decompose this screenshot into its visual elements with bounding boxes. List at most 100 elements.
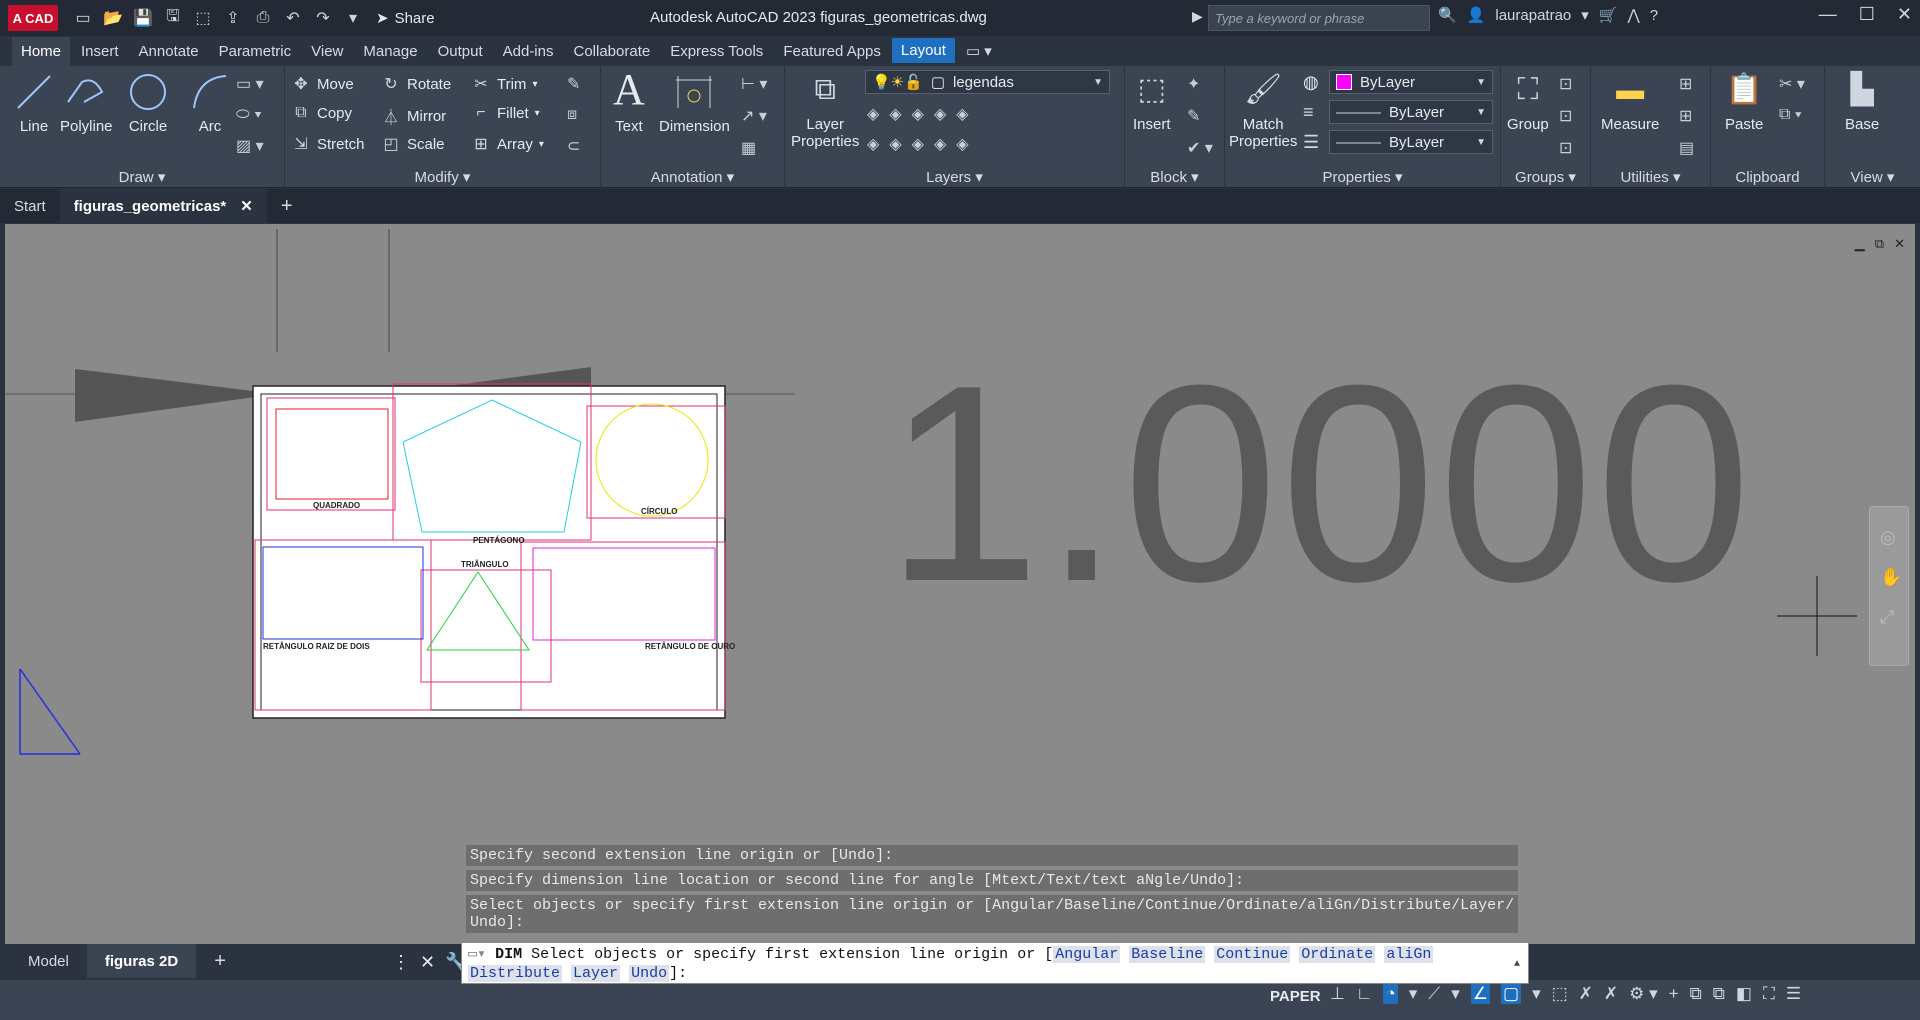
layer-merge-icon[interactable]: ◈ [934, 134, 946, 154]
copy-button[interactable]: ⧉ Copy [291, 104, 352, 122]
quick-properties-icon[interactable]: ⧉ [1713, 984, 1725, 1004]
annotation-monitor-icon[interactable]: + [1669, 984, 1679, 1004]
layers-panel-title[interactable]: Layers ▾ [785, 168, 1124, 186]
isodraft-menu-icon[interactable]: ▾ [1451, 984, 1460, 1004]
utilities-panel-title[interactable]: Utilities ▾ [1591, 168, 1710, 186]
properties-panel-title[interactable]: Properties ▾ [1225, 168, 1500, 186]
drawing-canvas[interactable]: 1.0000 ▁ ⧉ ✕ ◎ ✋ ⤢ QUADRADO PENTÁGONO CÍ… [5, 224, 1915, 944]
annotation-visibility-icon[interactable]: ✗ [1579, 984, 1593, 1004]
dimension-button[interactable]: Dimension [659, 72, 730, 135]
layer-isolate-icon[interactable]: ◈ [912, 104, 924, 124]
block-panel-title[interactable]: Block ▾ [1125, 168, 1224, 186]
tab-collaborate[interactable]: Collaborate [564, 37, 659, 66]
annotation-panel-title[interactable]: Annotation ▾ [601, 168, 784, 186]
isolate-objects-icon[interactable]: ◧ [1736, 984, 1752, 1004]
layer-match-icon[interactable]: ◈ [867, 104, 879, 124]
option-continue[interactable]: Continue [1214, 946, 1291, 963]
option-ordinate[interactable]: Ordinate [1299, 946, 1376, 963]
color-dropdown[interactable]: ByLayer ▼ [1329, 70, 1493, 94]
option-layer[interactable]: Layer [571, 965, 621, 982]
command-line-input[interactable]: ▭▾ DIM Select objects or specify first e… [461, 942, 1529, 984]
option-baseline[interactable]: Baseline [1129, 946, 1206, 963]
snap-icon[interactable]: ⊥ [1330, 984, 1345, 1004]
layer-walk-icon[interactable]: ◈ [912, 134, 924, 154]
new-tab-button[interactable]: + [267, 189, 307, 223]
redo-icon[interactable]: ↷ [310, 5, 336, 31]
tab-figuras-geometricas[interactable]: figuras_geometricas* ✕ [59, 189, 267, 223]
save-web-icon[interactable]: ⇪ [220, 5, 246, 31]
layer-unlock-icon[interactable]: ◈ [889, 134, 901, 154]
clean-screen-icon[interactable]: ⛶ [1763, 984, 1775, 1004]
tab-express-tools[interactable]: Express Tools [661, 37, 772, 66]
command-close-icon[interactable]: ✕ [420, 952, 435, 973]
tab-manage[interactable]: Manage [354, 37, 426, 66]
autodesk-app-icon[interactable]: ⋀ [1627, 6, 1639, 24]
help-icon[interactable]: ? [1650, 7, 1658, 24]
workspace-gear-icon[interactable]: ⚙ ▾ [1629, 984, 1658, 1004]
paste-button[interactable]: 📋 Paste [1725, 70, 1763, 133]
close-tab-icon[interactable]: ✕ [240, 197, 253, 215]
group-button[interactable]: ⛶ Group [1507, 70, 1549, 133]
new-icon[interactable]: ▭ [70, 5, 96, 31]
isodraft-icon[interactable]: ⟋ [1428, 984, 1440, 1004]
linear-dimension-icon[interactable]: ⊢ ▾ [741, 74, 767, 94]
cut-icon[interactable]: ✂ ▾ [1779, 74, 1805, 94]
option-distribute[interactable]: Distribute [468, 965, 563, 982]
tab-parametric[interactable]: Parametric [210, 37, 301, 66]
clipboard-panel-title[interactable]: Clipboard [1711, 169, 1824, 186]
block-attributes-icon[interactable]: ✔ ▾ [1187, 138, 1213, 158]
polar-menu-icon[interactable]: ▾ [1409, 984, 1418, 1004]
ortho-icon[interactable]: ∟ [1356, 984, 1373, 1004]
osnap-menu-icon[interactable]: ▾ [1532, 984, 1541, 1004]
open-web-icon[interactable]: ⬚ [190, 5, 216, 31]
hatch-icon[interactable]: ▨ ▾ [236, 136, 264, 156]
object-snap-icon[interactable]: ▢ [1501, 984, 1522, 1004]
fillet-button[interactable]: ⌐ Fillet ▾ [471, 104, 539, 122]
polyline-button[interactable]: Polyline [60, 72, 113, 135]
maximize-icon[interactable]: ☐ [1859, 4, 1875, 25]
search-icon[interactable]: 🔍 [1438, 6, 1457, 24]
user-dropdown-icon[interactable]: ▾ [1581, 6, 1589, 24]
tab-add-ins[interactable]: Add-ins [494, 37, 563, 66]
view-panel-title[interactable]: View ▾ [1825, 168, 1920, 186]
offset-icon[interactable]: ⊂ [567, 136, 580, 156]
option-align[interactable]: aliGn [1384, 946, 1434, 963]
autocad-logo[interactable]: A CAD [8, 5, 58, 31]
close-icon[interactable]: ✕ [1897, 4, 1912, 25]
measure-button[interactable]: ▬ Measure [1601, 70, 1659, 133]
layer-freeze-icon[interactable]: ◈ [934, 104, 946, 124]
option-undo[interactable]: Undo [629, 965, 670, 982]
ellipse-icon[interactable]: ⬭ ▾ [236, 106, 264, 124]
units-icon[interactable]: ⧉ [1690, 984, 1702, 1004]
save-icon[interactable]: 💾 [130, 5, 156, 31]
new-layout-button[interactable]: + [196, 944, 244, 978]
scale-button[interactable]: ◰ Scale [381, 134, 444, 154]
erase-icon[interactable]: ✎ [567, 74, 580, 94]
text-button[interactable]: A Text [613, 68, 645, 136]
polar-icon[interactable]: ◔ [1383, 984, 1398, 1004]
layer-properties-button[interactable]: ⧉ Layer Properties [791, 70, 859, 150]
quick-select-icon[interactable]: ⊞ [1679, 74, 1694, 94]
copy-clip-icon[interactable]: ⧉ ▾ [1779, 106, 1805, 124]
lineweight-dropdown[interactable]: ——— ByLayer ▼ [1329, 100, 1493, 124]
groups-panel-title[interactable]: Groups ▾ [1501, 168, 1590, 186]
move-button[interactable]: ✥ Move [291, 74, 353, 94]
create-block-icon[interactable]: ✦ [1187, 74, 1213, 94]
minimize-icon[interactable]: — [1819, 4, 1837, 25]
tab-featured-apps[interactable]: Featured Apps [774, 37, 890, 66]
paper-space-toggle[interactable]: PAPER [1270, 988, 1321, 1005]
annotation-scale-icon[interactable]: ✗ [1604, 984, 1618, 1004]
tab-start[interactable]: Start [0, 189, 60, 223]
ungroup-icon[interactable]: ⊡ [1559, 74, 1572, 94]
array-button[interactable]: ⊞ Array ▾ [471, 134, 544, 154]
edit-block-icon[interactable]: ✎ [1187, 106, 1213, 126]
ribbon-display-toggle[interactable]: ▭ ▾ [957, 36, 1001, 66]
search-expand-icon[interactable]: ▶ [1192, 8, 1203, 25]
rotate-button[interactable]: ↻ Rotate [381, 74, 451, 94]
modify-panel-title[interactable]: Modify ▾ [285, 168, 600, 186]
save-as-icon[interactable]: 🖫 [160, 5, 186, 31]
tab-home[interactable]: Home [12, 37, 71, 66]
color-wheel-icon[interactable]: ◍ [1303, 72, 1319, 93]
linetype-dropdown[interactable]: ——— ByLayer ▼ [1329, 130, 1493, 154]
undo-icon[interactable]: ↶ [280, 5, 306, 31]
